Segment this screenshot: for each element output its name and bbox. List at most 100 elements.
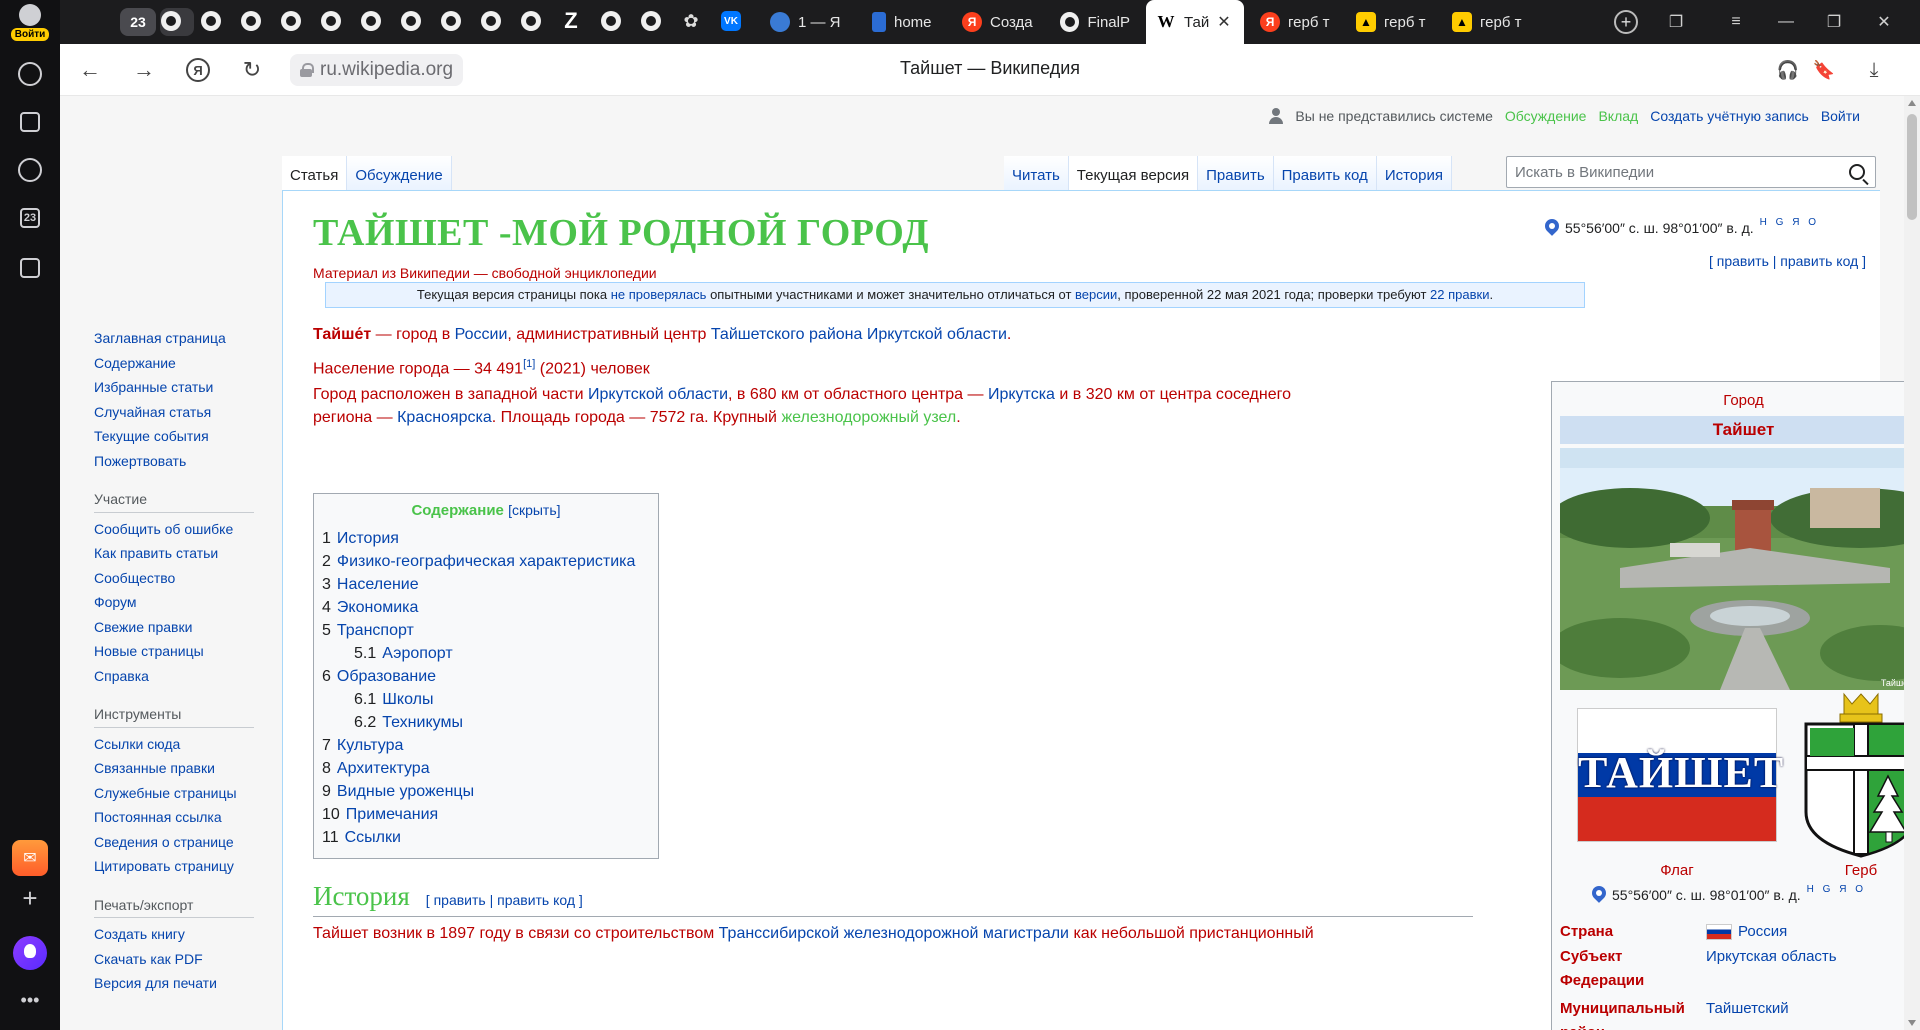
tab-article[interactable]: Статья	[282, 156, 348, 190]
back-button[interactable]: ←	[76, 56, 104, 84]
pinned-tab-github[interactable]	[280, 10, 302, 32]
toc-item[interactable]: 3 Население	[322, 573, 650, 596]
toc-item[interactable]: 7 Культура	[322, 734, 650, 757]
edit-links[interactable]: [ править | править код ]	[1709, 253, 1866, 269]
sidebar-item-printable[interactable]: Версия для печати	[94, 971, 264, 996]
tab-active-wikipedia[interactable]: W Тай ✕	[1146, 0, 1244, 44]
media-button[interactable]	[8, 148, 52, 192]
pinned-tab-github[interactable]	[400, 10, 422, 32]
tab-1[interactable]: 1 — Я	[760, 4, 870, 40]
tab-history[interactable]: История	[1376, 156, 1452, 190]
sidebar-item-cite-page[interactable]: Цитировать страницу	[94, 854, 264, 879]
yandex-home-button[interactable]: Я	[184, 56, 212, 84]
reference-link[interactable]: [1]	[523, 358, 535, 370]
pinned-tab-github[interactable]	[240, 10, 262, 32]
map-pin-icon[interactable]	[1592, 886, 1606, 904]
section-edit-links[interactable]: [ править | править код ]	[426, 892, 583, 908]
map-pin-icon[interactable]	[1545, 219, 1559, 237]
district-link[interactable]: Тайшетский	[1706, 997, 1789, 1021]
sidebar-item-community[interactable]: Сообщество	[94, 566, 264, 591]
pinned-tab-github[interactable]	[440, 10, 462, 32]
sidebar-item-donate[interactable]: Пожертвовать	[94, 449, 264, 474]
address-bar[interactable]: ru.wikipedia.org	[290, 54, 464, 86]
scroll-down-icon[interactable]	[1908, 1020, 1916, 1026]
pinned-tab-chatgpt[interactable]: ✿	[680, 10, 702, 32]
sidebar-item-related-changes[interactable]: Связанные правки	[94, 756, 264, 781]
sidebar-item-help[interactable]: Справка	[94, 664, 264, 689]
sidebar-item-featured[interactable]: Избранные статьи	[94, 375, 264, 400]
city-photo[interactable]: Тайшет24	[1560, 448, 1920, 690]
toc-item[interactable]: 11 Ссылки	[322, 826, 650, 849]
coat-caption[interactable]: Герб	[1802, 862, 1920, 879]
pinned-tab-github[interactable]	[160, 10, 182, 32]
toc-item[interactable]: 6.2 Техникумы	[322, 711, 650, 734]
menu-button[interactable]: ≡	[1724, 10, 1748, 34]
subject-link[interactable]: Иркутская область	[1706, 945, 1837, 969]
close-window-button[interactable]: ✕	[1872, 10, 1896, 34]
pinned-tab-github[interactable]	[640, 10, 662, 32]
contributions-link[interactable]: Вклад	[1598, 108, 1638, 124]
toc-item[interactable]: 5.1 Аэропорт	[322, 642, 650, 665]
tab-7[interactable]: ▲ герб т	[1346, 4, 1436, 40]
create-account-link[interactable]: Создать учётную запись	[1650, 108, 1809, 124]
sidebar-item-new-pages[interactable]: Новые страницы	[94, 639, 264, 664]
pinned-tab-vk[interactable]: VK	[720, 10, 742, 32]
sidebar-item-special-pages[interactable]: Служебные страницы	[94, 781, 264, 806]
coordinates-link[interactable]: 55°56′00″ с. ш. 98°01′00″ в. д.	[1565, 220, 1754, 236]
tab-6[interactable]: Я герб т	[1250, 4, 1340, 40]
sidebar-item-main-page[interactable]: Заглавная страница	[94, 326, 264, 351]
minimize-button[interactable]: —	[1774, 10, 1798, 34]
tab-edit-source[interactable]: Править код	[1273, 156, 1377, 190]
sidebar-item-download-pdf[interactable]: Скачать как PDF	[94, 947, 264, 972]
sidebar-item-recent-changes[interactable]: Свежие правки	[94, 615, 264, 640]
downloads-button[interactable]: ⤓	[1860, 56, 1888, 84]
sidebar-item-report-error[interactable]: Сообщить об ошибке	[94, 517, 264, 542]
close-tab-icon[interactable]: ✕	[1217, 12, 1230, 32]
toc-item[interactable]: 1 История	[322, 527, 650, 550]
tab-2[interactable]: home	[862, 4, 952, 40]
tab-read[interactable]: Читать	[1004, 156, 1069, 190]
pinned-tab-github[interactable]	[520, 10, 542, 32]
reader-audio-button[interactable]: 🎧	[1774, 56, 1802, 84]
pinned-tab-github[interactable]	[200, 10, 222, 32]
pinned-tab-z[interactable]: Z	[560, 8, 582, 33]
toc-hide-toggle[interactable]: [скрыть]	[508, 502, 560, 518]
map-service-links[interactable]: H G Я O	[1807, 884, 1866, 895]
sidebar-item-how-to-edit[interactable]: Как править статьи	[94, 541, 264, 566]
wiki-search-input[interactable]: Искать в Википедии	[1506, 156, 1876, 188]
page-scrollbar[interactable]	[1904, 96, 1920, 1030]
krasnoyarsk-link[interactable]: Красноярска	[397, 409, 492, 426]
scroll-up-icon[interactable]	[1908, 100, 1916, 106]
tab-discussion[interactable]: Обсуждение	[347, 156, 452, 190]
toc-item[interactable]: 9 Видные уроженцы	[322, 780, 650, 803]
transsib-link[interactable]: Транссибирской железнодорожной магистрал…	[719, 925, 1069, 942]
add-panel-button[interactable]: +	[8, 876, 52, 920]
login-link[interactable]: Войти	[1821, 108, 1860, 124]
toc-item[interactable]: 6 Образование	[322, 665, 650, 688]
history-button[interactable]	[8, 52, 52, 96]
sidebar-item-forum[interactable]: Форум	[94, 590, 264, 615]
mail-button[interactable]: ✉	[12, 840, 48, 876]
screenshot-button[interactable]	[8, 246, 52, 290]
tab-8[interactable]: ▲ герб т	[1442, 4, 1532, 40]
new-tab-button[interactable]: +	[1614, 10, 1638, 34]
restore-button[interactable]: ❐	[1822, 10, 1846, 34]
more-button[interactable]: •••	[8, 978, 52, 1022]
country-link[interactable]: Россия	[1738, 920, 1787, 944]
version-link[interactable]: версии	[1075, 287, 1117, 302]
not-reviewed-link[interactable]: не проверялась	[611, 287, 707, 302]
login-avatar-button[interactable]: Войти	[6, 4, 54, 42]
toc-item[interactable]: 6.1 Школы	[322, 688, 650, 711]
sidebar-item-current-events[interactable]: Текущие события	[94, 424, 264, 449]
collections-button[interactable]	[8, 100, 52, 144]
toc-item[interactable]: 8 Архитектура	[322, 757, 650, 780]
alice-assistant-button[interactable]	[13, 936, 47, 970]
tab-edit[interactable]: Править	[1198, 156, 1274, 190]
toc-item[interactable]: 10 Примечания	[322, 803, 650, 826]
toc-item[interactable]: 5 Транспорт	[322, 619, 650, 642]
sidebar-item-random[interactable]: Случайная статья	[94, 400, 264, 425]
sidebar-item-permanent-link[interactable]: Постоянная ссылка	[94, 805, 264, 830]
forward-button[interactable]: →	[130, 56, 158, 84]
tab-4[interactable]: FinalP	[1050, 4, 1140, 40]
russia-link[interactable]: России	[455, 326, 508, 343]
